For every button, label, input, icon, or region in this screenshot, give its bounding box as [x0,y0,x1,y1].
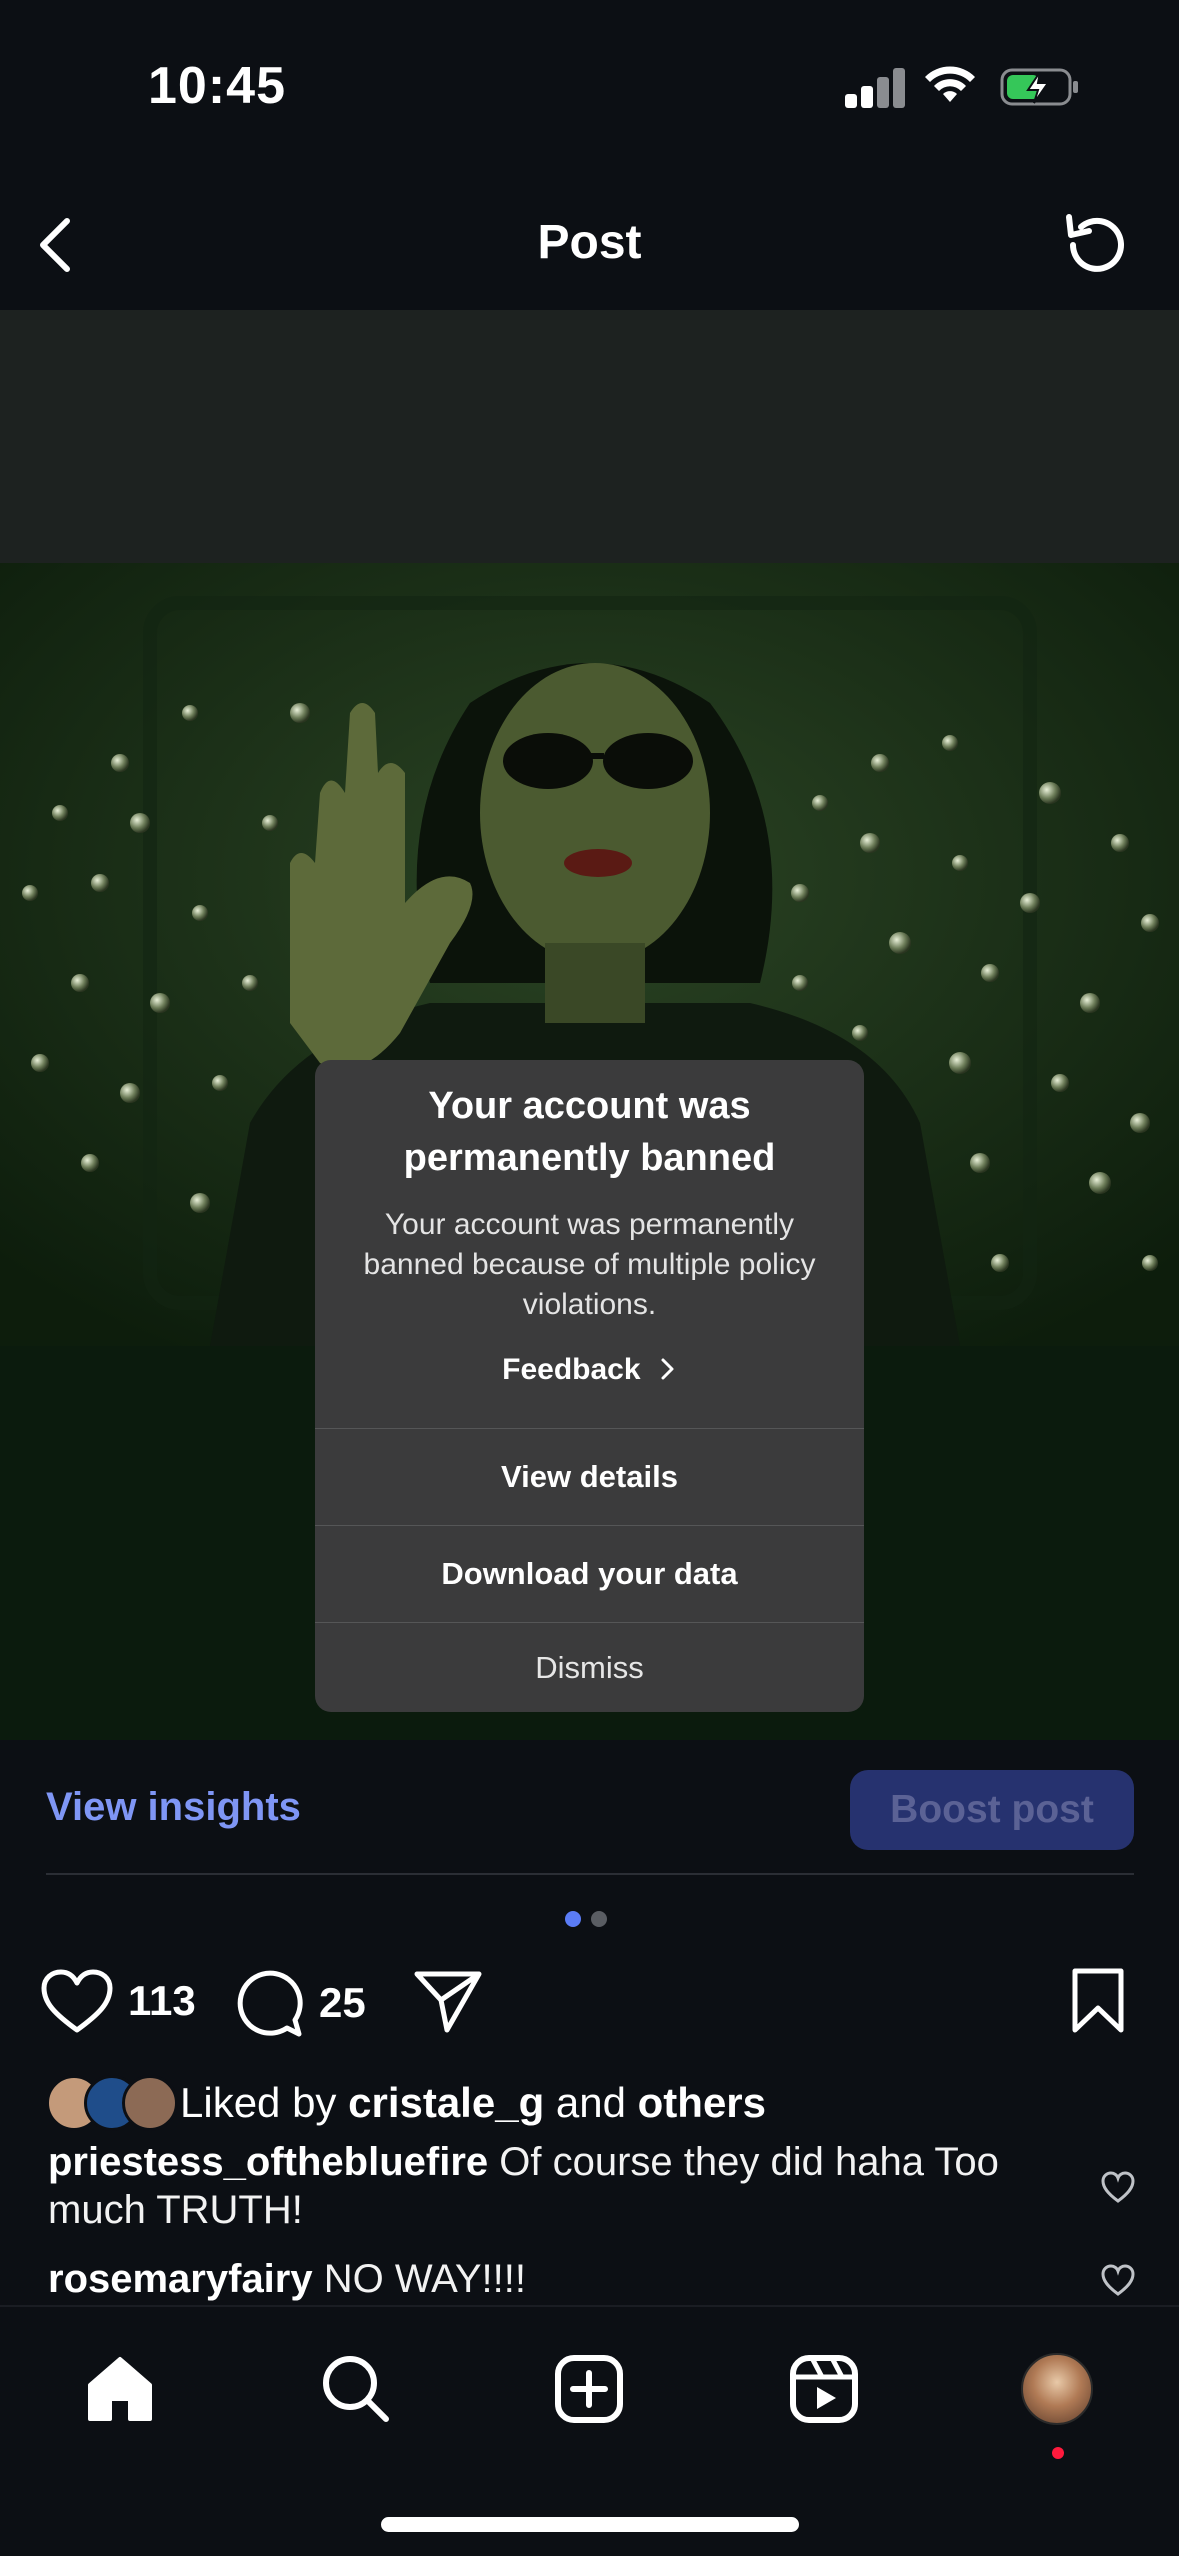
liked-by-conjunction: and [555,2079,626,2126]
reels-icon [790,2355,858,2423]
page-title: Post [537,216,642,269]
carousel-dot-active [565,1911,581,1927]
feedback-label: Feedback [502,1353,641,1386]
tab-reels[interactable] [782,2347,866,2431]
media-top-band [0,310,1179,563]
divider [46,1873,1134,1875]
liked-by-prefix: Liked by [180,2079,337,2126]
search-icon [323,2356,389,2422]
chevron-right-icon [661,1358,674,1380]
refresh-button[interactable] [1055,205,1135,285]
cellular-signal-icon [845,66,907,108]
battery-charging-icon [1000,68,1078,106]
tab-create[interactable] [547,2347,631,2431]
liked-by-text: Liked by cristale_g and others [180,2079,766,2127]
dialog-title: Your account was permanently banned [403,1085,776,1179]
liked-by-row[interactable]: Liked by cristale_g and others [46,2073,766,2133]
liker-avatars [46,2075,186,2131]
comment-item: priestess_oftheblue­fire Of course they … [48,2138,1078,2234]
comment-like-heart-icon[interactable] [1100,2170,1136,2206]
home-indicator [381,2517,799,2532]
comment-icon [237,1970,303,2037]
create-icon [555,2355,623,2423]
status-bar: 10:45 [0,0,1179,175]
liked-by-user[interactable]: cristale_g [348,2079,544,2126]
tab-search[interactable] [314,2347,398,2431]
comment-text: NO WAY!!!! [323,2257,526,2301]
like-count: 113 [128,1977,196,2024]
view-insights-link[interactable]: View insights [46,1785,301,1830]
share-icon [414,1971,482,2033]
feedback-link[interactable]: Feedback [315,1353,864,1387]
comment-like-heart-icon[interactable] [1100,2263,1136,2299]
view-details-button[interactable]: View details [315,1428,864,1525]
post-header: Post [0,175,1179,310]
refresh-icon [1066,214,1124,272]
carousel-dot [591,1911,607,1927]
boost-post-button[interactable]: Boost post [850,1770,1134,1850]
tab-profile[interactable] [1015,2347,1099,2459]
home-icon [88,2357,152,2421]
dismiss-button[interactable]: Dismiss [315,1622,864,1712]
ban-alert-dialog: Your account was permanently banned Your… [315,1060,864,1712]
status-time: 10:45 [148,57,286,115]
download-data-button[interactable]: Download your data [315,1525,864,1622]
bookmark-icon [1072,1968,1124,2033]
tab-home[interactable] [78,2347,162,2431]
liked-by-others[interactable]: others [638,2079,766,2126]
notification-dot [1052,2447,1064,2459]
comment-count: 25 [319,1979,366,2026]
profile-avatar [1021,2353,1093,2425]
comment-item: rosemaryfairy NO WAY!!!! [48,2255,526,2303]
avatar [122,2075,178,2131]
comment-username[interactable]: priestess_oftheblue­fire [48,2140,488,2184]
wifi-icon [925,66,975,102]
carousel-indicator [565,1911,607,1927]
share-button[interactable] [413,1968,483,2034]
comment-username[interactable]: rosemaryfairy [48,2257,313,2301]
post-actions: 113 25 [0,1960,1179,2040]
heart-icon [41,1969,113,2033]
save-button[interactable] [1070,1966,1126,2036]
like-button[interactable]: 113 [40,1968,196,2034]
dialog-message: Your account was permanently banned beca… [363,1208,816,1321]
comment-button[interactable]: 25 [235,1968,366,2038]
